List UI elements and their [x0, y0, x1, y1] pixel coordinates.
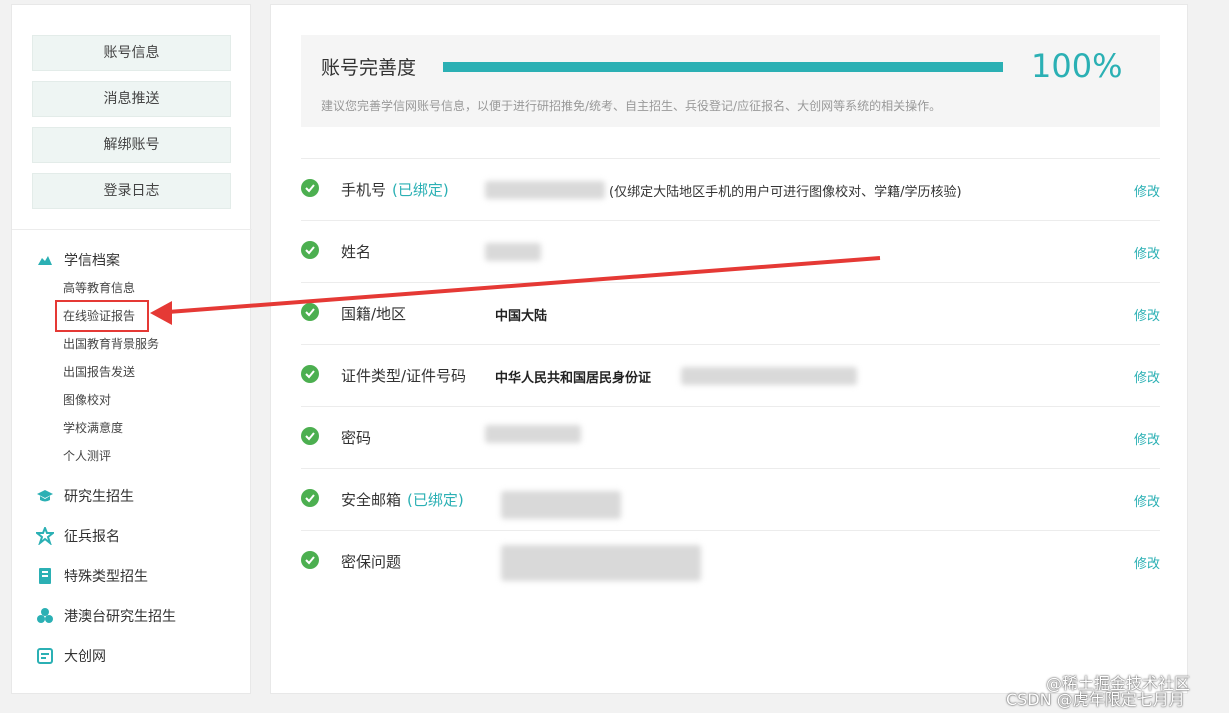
sidebar: 账号信息 消息推送 解绑账号 登录日志 学信档案 高等教育信息 在线验证报告 出…: [11, 4, 252, 694]
edit-link[interactable]: 修改: [1134, 243, 1160, 262]
sidebar-sub-satisfaction[interactable]: 学校满意度: [63, 420, 123, 436]
completeness-progress-fill: [443, 62, 1003, 72]
row-label: 姓名: [341, 243, 372, 261]
sidebar-item-label: 学信档案: [64, 253, 120, 269]
info-row-security-question: 密保问题 修改: [301, 530, 1160, 592]
row-value: 中国大陆: [495, 309, 548, 324]
info-row-nationality: 国籍/地区 中国大陆 修改: [301, 282, 1160, 344]
edit-link[interactable]: 修改: [1134, 491, 1160, 510]
edit-link[interactable]: 修改: [1134, 429, 1160, 448]
row-label: 密码: [341, 429, 372, 447]
login-log-button[interactable]: 登录日志: [32, 173, 231, 209]
row-label: 手机号 (已绑定): [341, 181, 449, 199]
watermark-csdn: CSDN @虎年限定七月月: [1006, 690, 1185, 709]
sidebar-item-graduate[interactable]: 研究生招生: [36, 484, 134, 508]
check-icon: [301, 303, 319, 321]
row-label: 密保问题: [341, 553, 402, 571]
message-push-button[interactable]: 消息推送: [32, 81, 231, 117]
annotation-highlight-box: [55, 300, 149, 332]
account-main-panel: 账号完善度 100% 建议您完善学信网账号信息，以便于进行研招推免/统考、自主招…: [270, 4, 1188, 694]
sidebar-item-military[interactable]: 征兵报名: [36, 524, 120, 548]
sidebar-item-innovation[interactable]: 大创网: [36, 644, 106, 668]
row-label: 证件类型/证件号码: [341, 367, 467, 385]
cloud-icon: [36, 251, 54, 269]
bound-badge: (已绑定): [407, 491, 464, 509]
check-icon: [301, 241, 319, 259]
sidebar-sub-overseas-report[interactable]: 出国报告发送: [63, 364, 135, 380]
check-icon: [301, 489, 319, 507]
row-value: 中华人民共和国居民身份证: [495, 371, 652, 386]
info-row-password: 密码 修改: [301, 406, 1160, 468]
sidebar-item-label: 研究生招生: [64, 489, 134, 505]
info-row-phone: 手机号 (已绑定) (仅绑定大陆地区手机的用户可进行图像校对、学籍/学历核验) 修…: [301, 158, 1160, 220]
redacted-value: [501, 491, 621, 519]
info-row-name: 姓名 修改: [301, 220, 1160, 282]
sidebar-item-hmt[interactable]: 港澳台研究生招生: [36, 604, 176, 628]
completeness-box: 账号完善度 100% 建议您完善学信网账号信息，以便于进行研招推免/统考、自主招…: [301, 35, 1160, 127]
redacted-value: [485, 181, 605, 199]
row-label: 安全邮箱 (已绑定): [341, 491, 464, 509]
innovation-icon: [36, 647, 54, 665]
sidebar-sub-image-check[interactable]: 图像校对: [63, 392, 111, 408]
info-row-email: 安全邮箱 (已绑定) 修改: [301, 468, 1160, 530]
account-info-button[interactable]: 账号信息: [32, 35, 231, 71]
sidebar-sub-higher-education[interactable]: 高等教育信息: [63, 280, 135, 296]
sidebar-item-special[interactable]: 特殊类型招生: [36, 564, 148, 588]
sidebar-item-label: 大创网: [64, 649, 106, 665]
redacted-value: [501, 545, 701, 581]
page: 账号信息 消息推送 解绑账号 登录日志 学信档案 高等教育信息 在线验证报告 出…: [0, 0, 1229, 713]
graduation-cap-icon: [36, 487, 54, 505]
completeness-hint: 建议您完善学信网账号信息，以便于进行研招推免/统考、自主招生、兵役登记/应征报名…: [321, 99, 942, 113]
sidebar-sub-assessment[interactable]: 个人测评: [63, 448, 111, 464]
edit-link[interactable]: 修改: [1134, 305, 1160, 324]
edit-link[interactable]: 修改: [1134, 181, 1160, 200]
sidebar-item-label: 征兵报名: [64, 529, 120, 545]
sidebar-item-archive[interactable]: 学信档案: [36, 248, 120, 272]
sidebar-item-label: 港澳台研究生招生: [64, 609, 176, 625]
edit-link[interactable]: 修改: [1134, 367, 1160, 386]
edit-link[interactable]: 修改: [1134, 553, 1160, 572]
circles-icon: [36, 607, 54, 625]
check-icon: [301, 179, 319, 197]
sidebar-sub-overseas-service[interactable]: 出国教育背景服务: [63, 336, 159, 352]
completeness-title: 账号完善度: [321, 57, 417, 79]
redacted-value: [681, 367, 857, 385]
info-row-id: 证件类型/证件号码 中华人民共和国居民身份证 修改: [301, 344, 1160, 406]
check-icon: [301, 427, 319, 445]
bound-badge: (已绑定): [392, 181, 449, 199]
book-icon: [36, 567, 54, 585]
sidebar-divider: [12, 229, 252, 230]
redacted-value: [485, 425, 581, 443]
row-note: (仅绑定大陆地区手机的用户可进行图像校对、学籍/学历核验): [609, 185, 962, 200]
sidebar-item-label: 特殊类型招生: [64, 569, 148, 585]
check-icon: [301, 365, 319, 383]
row-label: 国籍/地区: [341, 305, 407, 323]
check-icon: [301, 551, 319, 569]
star-badge-icon: [36, 527, 54, 545]
unbind-account-button[interactable]: 解绑账号: [32, 127, 231, 163]
redacted-value: [485, 243, 541, 261]
completeness-progress-bar: [443, 62, 1003, 72]
completeness-percent: 100%: [1031, 47, 1123, 85]
